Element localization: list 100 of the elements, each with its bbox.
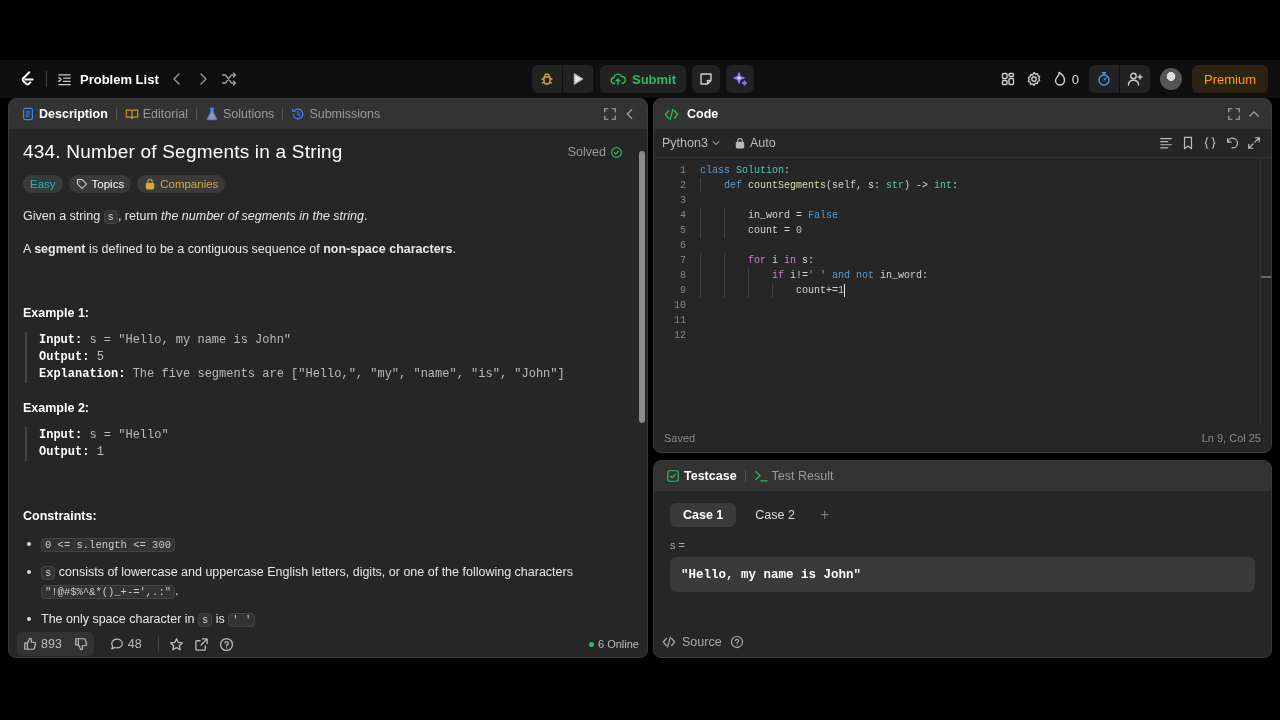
online-dot — [589, 641, 594, 647]
sparkle-icon[interactable] — [732, 71, 749, 87]
example-line: Explanation: The five segments are ["Hello,", "my", "name", "is", "John"] — [39, 366, 566, 383]
problem-list-button[interactable]: Problem List — [57, 71, 159, 87]
line-number: 12 — [673, 329, 686, 343]
tag-chip[interactable]: Easy — [23, 175, 63, 193]
shuffle-icon[interactable] — [220, 71, 237, 87]
example-line: Input: s = "Hello, my name is John" — [39, 332, 293, 349]
online-count: 6 Online — [598, 638, 639, 650]
line-number: 4 — [679, 209, 686, 223]
bullet — [27, 617, 31, 621]
constraint-text: The only space character in s is ' ' — [41, 610, 256, 629]
mode-label: Auto — [749, 136, 776, 150]
comments-button[interactable]: 48 — [103, 632, 148, 656]
submit-button[interactable]: Submit — [599, 65, 687, 93]
panel-title: Code — [686, 107, 720, 121]
parameter-label: s = — [670, 539, 686, 551]
panel-tab[interactable]: Editorial — [122, 107, 190, 121]
problem-title: 434. Number of Segments in a String — [23, 141, 344, 163]
paragraph: A segment is defined to be a contiguous sequence of non-space characters. — [23, 241, 457, 258]
code-icon — [662, 635, 676, 649]
tag-chip[interactable]: Topics — [68, 175, 132, 193]
settings-icon[interactable] — [1025, 71, 1042, 87]
bullet — [27, 542, 31, 546]
line-number: 5 — [679, 224, 686, 238]
bullet — [27, 570, 31, 574]
example-heading: Example 1: — [23, 306, 90, 320]
document-icon — [21, 107, 35, 121]
timer-icon[interactable] — [1096, 71, 1112, 87]
line-number: 10 — [673, 299, 686, 313]
note-icon[interactable] — [698, 71, 715, 87]
terminal-icon — [753, 469, 768, 483]
check-circle-icon — [610, 145, 623, 159]
input-field[interactable]: "Hello, my name is John" — [670, 557, 1255, 592]
tag-icon — [75, 178, 88, 190]
scrollbar-thumb[interactable] — [639, 151, 645, 423]
tag-chip[interactable]: Companies — [137, 175, 226, 193]
streak-counter[interactable]: 0 — [1051, 71, 1079, 87]
code-line: if i!=' ' and not in_word: — [771, 270, 929, 281]
lock-icon — [733, 137, 746, 149]
thumbs-up-icon — [23, 637, 37, 651]
panel-tab[interactable]: Test Result — [751, 469, 836, 483]
cursor-position: Ln 9, Col 25 — [1201, 432, 1261, 444]
line-number: 7 — [679, 254, 686, 268]
line-number: 11 — [673, 314, 686, 328]
panel-tab[interactable]: Description — [19, 107, 110, 121]
cloud-upload-icon — [609, 71, 626, 87]
example-line: Output: 1 — [39, 444, 105, 461]
line-number: 3 — [679, 194, 686, 208]
bookmark-icon[interactable] — [1181, 136, 1195, 150]
fullscreen-icon[interactable] — [603, 107, 617, 121]
panel-tab[interactable]: Testcase — [664, 469, 739, 483]
line-number: 2 — [679, 179, 686, 193]
lock-icon — [144, 178, 157, 190]
code-line: in_word = False — [747, 210, 839, 221]
panel-tab[interactable]: Submissions — [289, 107, 383, 121]
help-icon[interactable] — [218, 636, 234, 652]
code-icon — [664, 106, 679, 122]
source-button[interactable]: Source — [662, 635, 722, 649]
share-icon[interactable] — [193, 636, 209, 652]
bug-icon[interactable] — [538, 71, 555, 87]
example-line: Output: 5 — [39, 349, 105, 366]
fullscreen-icon[interactable] — [1227, 107, 1241, 121]
checkbox-icon — [666, 469, 680, 483]
flask-icon — [204, 107, 219, 121]
solved-status: Solved — [567, 145, 606, 159]
paragraph: Given a string s , return the number of segments in the string. — [23, 208, 369, 226]
braces-icon[interactable] — [1203, 136, 1217, 150]
add-user-icon[interactable] — [1127, 71, 1143, 87]
code-line: def countSegments(self, s: str) -> int: — [723, 180, 959, 191]
help-icon[interactable] — [729, 635, 744, 649]
case-tab[interactable]: Case 2 — [742, 503, 808, 527]
constraint-text: 0 <= s.length <= 300 — [41, 535, 176, 554]
language-dropdown[interactable]: Python3 — [662, 136, 722, 150]
thumbs-down-icon[interactable] — [73, 637, 88, 651]
book-icon — [124, 107, 139, 121]
line-number: 9 — [679, 284, 686, 298]
avatar[interactable] — [1160, 68, 1182, 90]
line-number: 1 — [679, 164, 686, 178]
premium-button[interactable]: Premium — [1192, 65, 1268, 93]
history-icon — [291, 107, 306, 121]
case-tab[interactable]: Case 1 — [670, 503, 737, 527]
example-line: Input: s = "Hello" — [39, 427, 170, 444]
code-line: class Solution: — [700, 165, 791, 176]
reset-icon[interactable] — [1225, 136, 1239, 150]
layout-icon[interactable] — [999, 71, 1016, 87]
save-status: Saved — [664, 432, 696, 444]
example-heading: Example 2: — [23, 401, 90, 415]
align-icon[interactable] — [1159, 136, 1173, 150]
panel-tab[interactable]: Solutions — [202, 107, 277, 121]
line-number: 6 — [679, 239, 686, 253]
comment-icon — [109, 637, 124, 651]
star-icon[interactable] — [168, 636, 184, 652]
constraints-heading: Constraints: — [23, 509, 98, 523]
maximize-icon[interactable] — [1247, 136, 1261, 150]
code-line: count+=1 — [795, 285, 845, 296]
line-number: 8 — [679, 269, 686, 283]
code-line: for i in s: — [747, 255, 815, 266]
code-line: count = 0 — [747, 225, 803, 236]
constraint-text: s consists of lowercase and uppercase English letters, digits, or one of the following characters "!@#$%^&*()_+-=',.:" . — [41, 563, 623, 601]
